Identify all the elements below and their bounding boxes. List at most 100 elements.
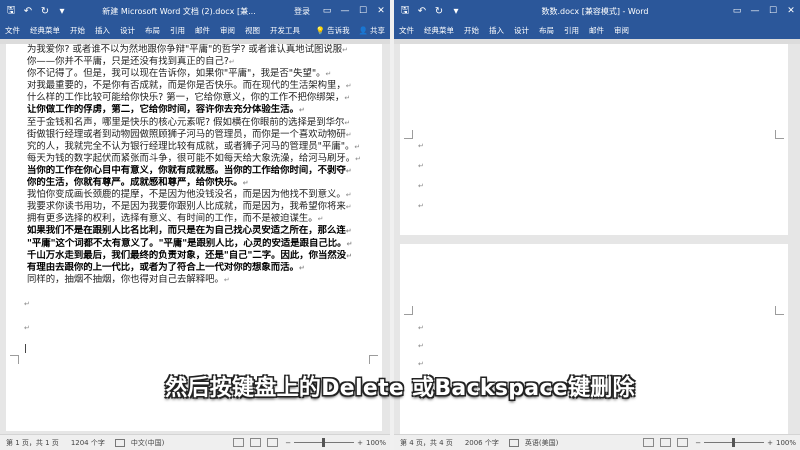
document-line[interactable]: 为我爱你? 或者谁不以为然地跟你争辩"平庸"的哲学? 或者谁认真地试图说服↵: [27, 44, 382, 56]
tab-home[interactable]: 开始: [459, 25, 484, 36]
web-layout-icon[interactable]: [677, 438, 689, 447]
paragraph-mark: ↵: [345, 130, 352, 139]
page-count[interactable]: 第 4 页，共 4 页: [394, 438, 459, 448]
tab-classic-menu[interactable]: 经典菜单: [25, 25, 65, 36]
document-line-text: 我怕你变成画长颈鹿的提摩，不是因为他没钱没名，而是因为他找不到意义。: [27, 189, 346, 201]
tab-file[interactable]: 文件: [0, 25, 25, 36]
minimize-icon[interactable]: —: [336, 0, 354, 22]
print-layout-icon[interactable]: [250, 438, 262, 447]
zoom-thumb[interactable]: [322, 438, 326, 447]
ribbon-display-options-icon[interactable]: ▭: [728, 0, 746, 22]
word-count[interactable]: 1204 个字: [65, 438, 111, 448]
undo-icon[interactable]: ↶: [416, 5, 428, 17]
word-count[interactable]: 2006 个字: [459, 438, 505, 448]
maximize-icon[interactable]: ☐: [764, 0, 782, 22]
document-line[interactable]: 我怕你变成画长颈鹿的提摩，不是因为他没钱没名，而是因为他找不到意义。↵: [27, 189, 382, 201]
save-icon[interactable]: 🖫: [5, 5, 17, 17]
document-line[interactable]: 有理由去跟你的上一代比，或者为了符合上一代对你的想象而活。↵: [27, 262, 382, 274]
language[interactable]: 中文(中国): [125, 438, 170, 448]
zoom-slider[interactable]: [704, 438, 765, 447]
tab-references[interactable]: 引用: [165, 25, 190, 36]
tab-file[interactable]: 文件: [394, 25, 419, 36]
tab-mailings[interactable]: 邮件: [190, 25, 215, 36]
zoom-control[interactable]: − + 100%: [691, 438, 800, 447]
document-line[interactable]: 至于金钱和名声，哪里是快乐的核心元素呢? 假如横在你眼前的选择是到华尔↵: [27, 117, 382, 129]
print-layout-icon[interactable]: [660, 438, 672, 447]
document-line[interactable]: 拥有更多选择的权利，选择有意义、有时间的工作，而不是被迫谋生。↵: [27, 213, 382, 225]
window-title: 数数.docx [兼容模式] - Word: [541, 6, 649, 16]
redo-icon[interactable]: ↻: [433, 5, 445, 17]
zoom-level[interactable]: 100%: [366, 439, 386, 447]
document-line[interactable]: 你不记得了。但是，我可以现在告诉你，如果你"平庸"，我是否"失望"。↵: [27, 68, 382, 80]
redo-icon[interactable]: ↻: [39, 5, 51, 17]
tab-mailings[interactable]: 邮件: [584, 25, 609, 36]
minimize-icon[interactable]: —: [746, 0, 764, 22]
paragraph-mark: ↵: [345, 82, 352, 91]
tab-developer[interactable]: 开发工具: [265, 25, 305, 36]
document-page-lower[interactable]: ↵ ↵ ↵: [400, 244, 788, 434]
tab-design[interactable]: 设计: [509, 25, 534, 36]
tab-insert[interactable]: 插入: [90, 25, 115, 36]
proofing-icon[interactable]: [114, 438, 125, 447]
document-line[interactable]: 让你做工作的俘虏，第二，它给你时间，容许你去充分体验生活。↵: [27, 104, 382, 116]
tell-me-search[interactable]: 💡 告诉我: [312, 25, 354, 36]
document-line[interactable]: 每天为钱的数字起伏而紧张而斗争，很可能不如每天给大象洗澡，给河马刷牙。↵: [27, 153, 382, 165]
maximize-icon[interactable]: ☐: [354, 0, 372, 22]
tab-view[interactable]: 视图: [240, 25, 265, 36]
close-icon[interactable]: ✕: [372, 0, 390, 22]
document-page-upper[interactable]: ↵ ↵ ↵ ↵: [400, 44, 788, 235]
document-line[interactable]: 究的人，我就完全不认为银行经理比较有成就，或者狮子河马的管理员"平庸"。↵: [27, 141, 382, 153]
document-line[interactable]: 街做银行经理或者到动物园做照顾狮子河马的管理员，而你是一个喜欢动物研↵: [27, 129, 382, 141]
save-icon[interactable]: 🖫: [399, 5, 411, 17]
zoom-in-icon[interactable]: +: [767, 439, 773, 447]
zoom-level[interactable]: 100%: [776, 439, 796, 447]
paragraph-mark: ↵: [345, 191, 352, 200]
document-line[interactable]: 你——你并不平庸，只是还没有找到真正的自己?↵: [27, 56, 382, 68]
tab-insert[interactable]: 插入: [484, 25, 509, 36]
zoom-thumb[interactable]: [732, 438, 736, 447]
zoom-out-icon[interactable]: −: [285, 439, 291, 447]
customize-toolbar-icon[interactable]: ▾: [450, 5, 462, 17]
zoom-slider[interactable]: [294, 438, 355, 447]
tab-design[interactable]: 设计: [115, 25, 140, 36]
tab-references[interactable]: 引用: [559, 25, 584, 36]
document-line[interactable]: 如果我们不是在跟别人比名比利，而只是在为自己找心灵安适之所在，那么连↵: [27, 225, 382, 237]
tab-layout[interactable]: 布局: [140, 25, 165, 36]
document-line[interactable]: 什么样的工作比较可能给你快乐? 第一，它给你意义，你的工作不把你绑架，↵: [27, 92, 382, 104]
document-line[interactable]: 千山万水走到最后，我们最终的负责对象，还是"自己"二字。因此，你当然没↵: [27, 250, 382, 262]
language[interactable]: 英语(美国): [519, 438, 564, 448]
web-layout-icon[interactable]: [267, 438, 279, 447]
tab-classic-menu[interactable]: 经典菜单: [419, 25, 459, 36]
read-mode-icon[interactable]: [233, 438, 245, 447]
zoom-in-icon[interactable]: +: [357, 439, 363, 447]
document-body[interactable]: 为我爱你? 或者谁不以为然地跟你争辩"平庸"的哲学? 或者谁认真地试图说服↵ 你—…: [27, 44, 382, 286]
paragraph-mark: ↵: [317, 215, 324, 224]
margin-corner-mark: [404, 306, 413, 315]
tab-home[interactable]: 开始: [65, 25, 90, 36]
share-button[interactable]: 👤 共享: [354, 25, 390, 36]
close-icon[interactable]: ✕: [782, 0, 800, 22]
document-line[interactable]: 我要求你读书用功，不是因为我要你跟别人比成就，而是因为，我希望你将来↵: [27, 201, 382, 213]
document-line[interactable]: 对我最重要的，不是你有否成就，而是你是否快乐。而在现代的生活架构里，↵: [27, 80, 382, 92]
read-mode-icon[interactable]: [643, 438, 655, 447]
zoom-out-icon[interactable]: −: [695, 439, 701, 447]
tab-review[interactable]: 审阅: [215, 25, 240, 36]
tab-review[interactable]: 审阅: [609, 25, 634, 36]
document-line[interactable]: 你的生活，你就有尊严。成就感和尊严，给你快乐。↵: [27, 177, 382, 189]
page-count[interactable]: 第 1 页，共 1 页: [0, 438, 65, 448]
proofing-icon[interactable]: [508, 438, 519, 447]
customize-toolbar-icon[interactable]: ▾: [56, 5, 68, 17]
paragraph-mark: ↵: [298, 263, 305, 272]
ribbon-display-options-icon[interactable]: ▭: [318, 0, 336, 22]
document-line[interactable]: 当你的工作在你心目中有意义，你就有成就感。当你的工作给你时间，不剥夺↵: [27, 165, 382, 177]
undo-icon[interactable]: ↶: [22, 5, 34, 17]
paragraph-mark: ↵: [344, 118, 351, 127]
zoom-control[interactable]: − + 100%: [281, 438, 390, 447]
tab-layout[interactable]: 布局: [534, 25, 559, 36]
paragraph-mark: ↵: [24, 300, 30, 308]
document-line-text: 你不记得了。但是，我可以现在告诉你，如果你"平庸"，我是否"失望"。: [27, 68, 326, 80]
login-link[interactable]: 登录: [290, 5, 314, 18]
document-line[interactable]: "平庸"这个词都不太有意义了。"平庸"是跟别人比，心灵的安适是跟自己比。↵: [27, 238, 382, 250]
text-cursor: |: [24, 344, 28, 354]
document-line[interactable]: 同样的，抽烟不抽烟，你也得对自己去解释吧。↵: [27, 274, 382, 286]
